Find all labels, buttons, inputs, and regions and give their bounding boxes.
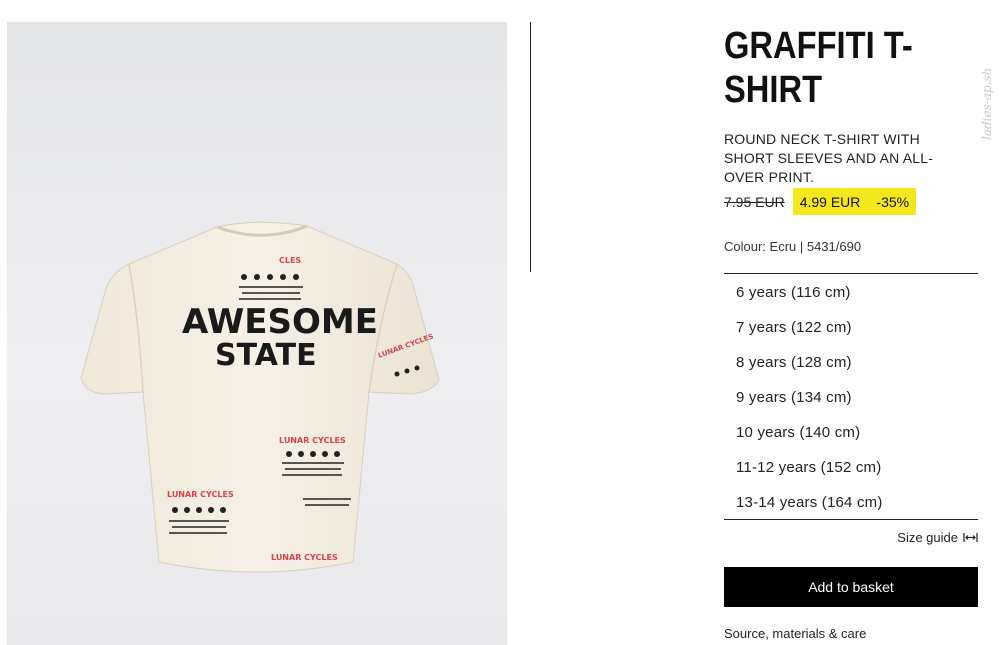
size-guide-icon [963, 533, 978, 542]
size-guide-link[interactable]: Size guide [897, 530, 978, 545]
print-main-line1: AWESOME [182, 302, 378, 342]
size-option-6y[interactable]: 6 years (116 cm) [736, 284, 851, 301]
size-option-9y[interactable]: 9 years (134 cm) [736, 389, 852, 406]
size-option-8y[interactable]: 8 years (128 cm) [736, 354, 852, 371]
size-guide-label: Size guide [897, 530, 958, 545]
size-option-10y[interactable]: 10 years (140 cm) [736, 424, 860, 441]
print-label-1: LUNAR CYCLES [279, 436, 346, 445]
product-title: GRAFFITI T-SHIRT [724, 25, 913, 111]
source-materials-care-link[interactable]: Source, materials & care [724, 626, 866, 641]
size-list: 6 years (116 cm) 7 years (122 cm) 8 year… [724, 273, 978, 520]
size-option-7y[interactable]: 7 years (122 cm) [736, 319, 852, 336]
print-main-line2: STATE [215, 338, 317, 373]
colour-info: Colour: Ecru | 5431/690 [724, 239, 862, 254]
size-option-11-12y[interactable]: 11-12 years (152 cm) [736, 459, 881, 476]
product-description: ROUND NECK T-SHIRT WITH SHORT SLEEVES AN… [724, 131, 934, 185]
watermark: ladies-ap.sh [980, 67, 994, 140]
sale-price: 4.99 EUR [799, 193, 861, 210]
price-row: 7.95 EUR 4.99 EUR -35% [724, 188, 917, 215]
gallery-divider [530, 22, 531, 272]
size-option-13-14y[interactable]: 13-14 years (164 cm) [736, 494, 883, 511]
svg-text:CLES: CLES [279, 256, 301, 265]
print-label-3: LUNAR CYCLES [271, 553, 338, 562]
discount-label: -35% [876, 193, 910, 210]
sale-badge: 4.99 EUR -35% [792, 188, 917, 215]
old-price: 7.95 EUR [724, 193, 785, 210]
add-to-basket-button[interactable]: Add to basket [724, 567, 978, 607]
tshirt-illustration: AWESOME STATE CLES LUNAR CYCLES LUNAR CY… [80, 221, 440, 573]
print-label-2: LUNAR CYCLES [167, 490, 234, 499]
product-image[interactable]: AWESOME STATE CLES LUNAR CYCLES LUNAR CY… [7, 22, 507, 645]
